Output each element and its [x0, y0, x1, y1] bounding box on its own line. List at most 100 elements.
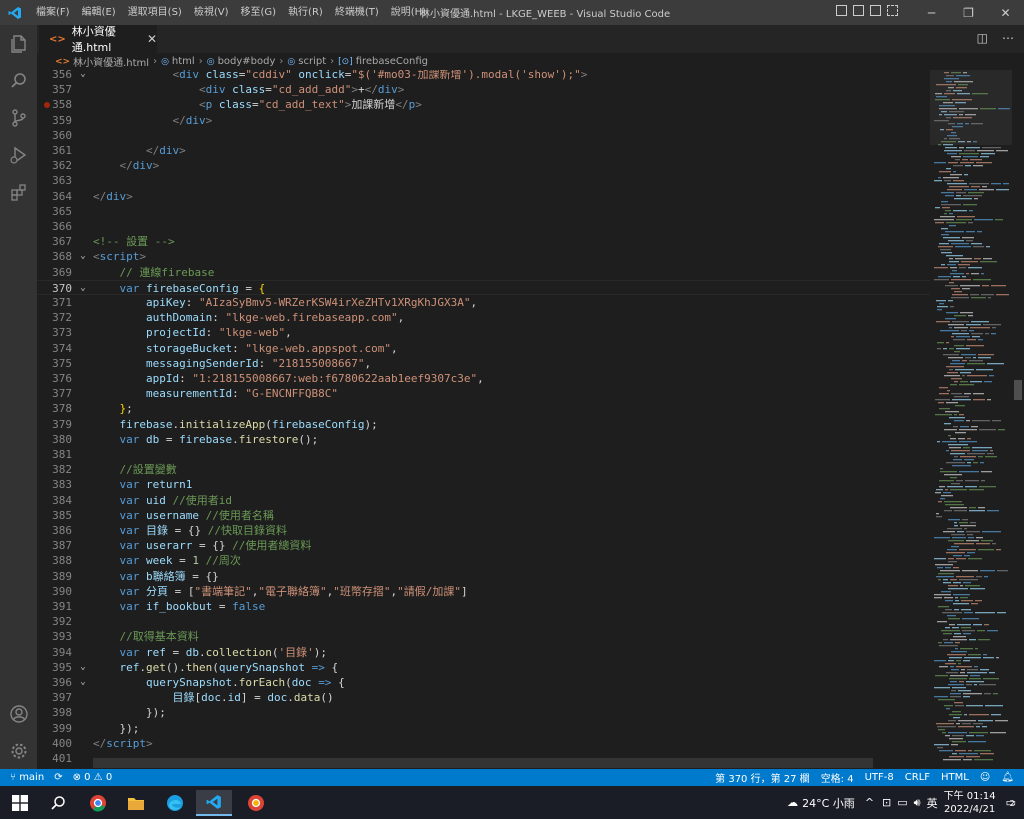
code-line[interactable]: 382 //設置變數 — [37, 462, 930, 477]
breadcrumb-file[interactable]: 林小資優通.html — [73, 54, 149, 69]
breadcrumb-body[interactable]: body#body — [218, 56, 276, 67]
fold-chevron-icon[interactable]: ⌄ — [77, 675, 89, 690]
menu-run[interactable]: 執行(R) — [282, 0, 329, 25]
code-line[interactable]: 356 ⌄ <div class="cddiv" onclick="$('#mo0… — [37, 70, 930, 82]
code-line[interactable]: 398 }); — [37, 705, 930, 720]
windows-start-icon[interactable] — [2, 790, 38, 816]
code-line[interactable]: 371 apiKey: "AIzaSyBmv5-WRZerKSW4irXeZHT… — [37, 295, 930, 310]
code-line[interactable]: 358 <p class="cd_add_text">加課新增</p> — [37, 97, 930, 112]
code-line[interactable]: 364 </div> — [37, 189, 930, 204]
vscode-taskbar-icon[interactable] — [196, 790, 232, 816]
code-line[interactable]: 376 appId: "1:218155008667:web:f6780622a… — [37, 371, 930, 386]
code-line[interactable]: 374 storageBucket: "lkge-web.appspot.com… — [37, 341, 930, 356]
feedback-icon[interactable]: ☺ — [980, 772, 990, 783]
chrome-icon[interactable] — [80, 790, 116, 816]
menu-go[interactable]: 移至(G) — [235, 0, 283, 25]
code-line[interactable]: 392 — [37, 614, 930, 629]
code-line[interactable]: 378 }; — [37, 401, 930, 416]
code-line[interactable]: 373 projectId: "lkge-web", — [37, 325, 930, 340]
taskbar-search-icon[interactable] — [40, 790, 76, 816]
more-actions-icon[interactable]: ⋯ — [1002, 31, 1014, 45]
source-control-icon[interactable] — [0, 99, 37, 136]
code-line[interactable]: 388 var week = 1 //周次 — [37, 553, 930, 568]
code-line[interactable]: 366 — [37, 219, 930, 234]
code-line[interactable]: 380 var db = firebase.firestore(); — [37, 432, 930, 447]
code-line[interactable]: 395 ⌄ ref.get().then(querySnapshot => { — [37, 660, 930, 675]
code-line[interactable]: 369 // 連線firebase — [37, 265, 930, 280]
code-line[interactable]: 379 firebase.initializeApp(firebaseConfi… — [37, 417, 930, 432]
explorer-icon[interactable] — [0, 25, 37, 62]
code-line[interactable]: 386 var 目錄 = {} //快取目錄資料 — [37, 523, 930, 538]
code-line[interactable]: 367 <!-- 設置 --> — [37, 234, 930, 249]
split-editor-icon[interactable]: ◫ — [977, 31, 988, 45]
code-line[interactable]: 357 <div class="cd_add_add">+</div> — [37, 82, 930, 97]
code-line[interactable]: 400 </script> — [37, 736, 930, 751]
menu-edit[interactable]: 編輯(E) — [76, 0, 122, 25]
breadcrumb-firebaseconfig[interactable]: firebaseConfig — [356, 56, 428, 67]
code-line[interactable]: 387 var userarr = {} //使用者總資料 — [37, 538, 930, 553]
scrollbar-thumb[interactable] — [1014, 380, 1022, 400]
ime-indicator[interactable]: 英 — [927, 795, 938, 811]
code-line[interactable]: 397 目錄[doc.id] = doc.data() — [37, 690, 930, 705]
display-icon[interactable]: ▭ — [897, 796, 907, 809]
toggle-panel-icon[interactable] — [853, 5, 864, 16]
minimap-slider[interactable] — [930, 70, 1012, 145]
edge-icon[interactable] — [157, 790, 193, 816]
code-line[interactable]: 368 ⌄ <script> — [37, 249, 930, 264]
code-line[interactable]: 393 //取得基本資料 — [37, 629, 930, 644]
code-line[interactable]: 359 </div> — [37, 113, 930, 128]
code-line[interactable]: 363 — [37, 173, 930, 188]
sync-icon[interactable]: ⟳ — [54, 772, 62, 783]
code-line[interactable]: 361 </div> — [37, 143, 930, 158]
fold-chevron-icon[interactable]: ⌄ — [77, 70, 89, 82]
weather-icon[interactable]: ☁ — [787, 796, 798, 809]
customize-layout-icon[interactable] — [887, 5, 898, 16]
close-icon[interactable]: ✕ — [987, 0, 1024, 25]
menu-file[interactable]: 檔案(F) — [30, 0, 76, 25]
chevron-up-icon[interactable]: ^ — [865, 796, 874, 809]
code-editor[interactable]: 356 ⌄ <div class="cddiv" onclick="$('#mo0… — [37, 70, 930, 769]
breadcrumb-script[interactable]: script — [298, 56, 326, 67]
run-debug-icon[interactable] — [0, 136, 37, 173]
manage-gear-icon[interactable] — [0, 732, 37, 769]
vertical-scrollbar[interactable] — [1012, 70, 1024, 769]
extensions-icon[interactable] — [0, 173, 37, 210]
restore-icon[interactable]: ❐ — [950, 0, 987, 25]
code-line[interactable]: 399 }); — [37, 721, 930, 736]
chrome-dev-icon[interactable] — [238, 790, 274, 816]
language-mode[interactable]: HTML — [941, 772, 969, 783]
toggle-sidebar-icon[interactable] — [836, 5, 847, 16]
toggle-secondary-sidebar-icon[interactable] — [870, 5, 881, 16]
horizontal-scrollbar[interactable] — [93, 758, 873, 768]
volume-icon[interactable]: 🔊︎ — [914, 796, 921, 810]
indentation[interactable]: 空格: 4 — [821, 770, 854, 785]
code-line[interactable]: 390 var 分頁 = ["書端筆記","電子聯絡簿","班幣存摺","請假/… — [37, 584, 930, 599]
vscode-logo-icon[interactable] — [0, 0, 30, 25]
cursor-position[interactable]: 第 370 行，第 27 欄 — [715, 770, 810, 785]
file-explorer-icon[interactable] — [118, 790, 154, 816]
fold-chevron-icon[interactable]: ⌄ — [77, 660, 89, 675]
tab-close-icon[interactable]: ✕ — [147, 32, 157, 46]
search-icon[interactable] — [0, 62, 37, 99]
fold-chevron-icon[interactable]: ⌄ — [77, 281, 89, 296]
minimize-icon[interactable]: ─ — [913, 0, 950, 25]
clock[interactable]: 下午 01:14 2022/4/21 — [944, 790, 996, 816]
code-line[interactable]: 391 var if_bookbut = false — [37, 599, 930, 614]
code-line[interactable]: 389 var b聯絡簿 = {} — [37, 569, 930, 584]
breadcrumb-html[interactable]: html — [172, 56, 195, 67]
encoding[interactable]: UTF-8 — [865, 772, 894, 783]
problems-indicator[interactable]: ⊗ 0 ⚠ 0 — [73, 772, 113, 783]
branch-indicator[interactable]: ⑂ main — [10, 772, 44, 783]
menu-selection[interactable]: 選取項目(S) — [122, 0, 188, 25]
code-line[interactable]: 385 var username //使用者名稱 — [37, 508, 930, 523]
code-line[interactable]: 394 var ref = db.collection('目錄'); — [37, 645, 930, 660]
code-line[interactable]: 375 messagingSenderId: "218155008667", — [37, 356, 930, 371]
code-line[interactable]: 360 — [37, 128, 930, 143]
code-line[interactable]: 384 var uid //使用者id — [37, 493, 930, 508]
notification-center-icon[interactable]: ▭ 2 — [1006, 796, 1016, 809]
minimap[interactable] — [930, 70, 1012, 769]
code-line[interactable]: 381 — [37, 447, 930, 462]
menu-terminal[interactable]: 終端機(T) — [329, 0, 385, 25]
fold-chevron-icon[interactable]: ⌄ — [77, 249, 89, 264]
code-line[interactable]: 372 authDomain: "lkge-web.firebaseapp.co… — [37, 310, 930, 325]
